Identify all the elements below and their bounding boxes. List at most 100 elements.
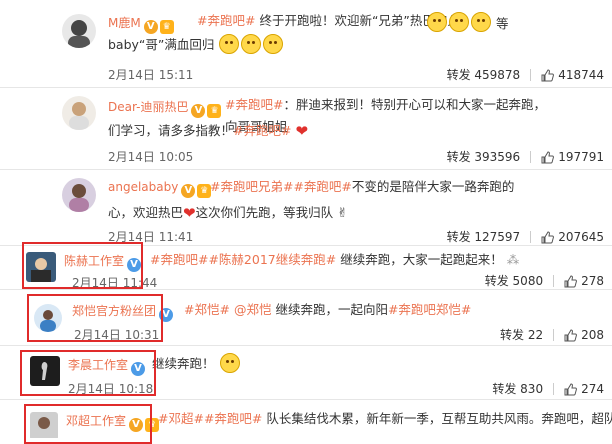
hashtag[interactable]: #奔跑吧兄弟# [210, 179, 293, 194]
comment-actions: 转发 830 274 [492, 380, 604, 397]
smile-emoji-icon [241, 34, 262, 54]
comment-text-line1: 继续奔跑，一起向阳 [275, 302, 388, 317]
timestamp: 2月14日 15:11 [108, 68, 194, 82]
thumbs-up-icon [564, 329, 578, 342]
comment-text: 继续奔跑！ [152, 353, 241, 375]
hashtag[interactable]: #奔跑吧# [204, 411, 262, 426]
comment-card: M鹿M V ♛ #奔跑吧# 终于开跑啦！欢迎新“兄弟”热巴加入 等 baby“哥”满… [0, 0, 612, 88]
comment-text-line2: 心，欢迎热巴❤这次你们先跑，等我归队 ✌ [108, 202, 348, 225]
like-count: 278 [581, 274, 604, 288]
like-count: 207645 [558, 230, 604, 244]
highlight-box [24, 404, 152, 444]
like-count: 418744 [558, 68, 604, 82]
comment-text-line1: 队长集结伐木累，新年新一季，互帮互助共风雨。奔跑吧，超队 [266, 411, 612, 426]
username[interactable]: Dear-迪丽热巴 V ♛ [108, 98, 222, 118]
timestamp: 2月14日 10:05 [108, 150, 194, 164]
victory-hand-icon: ✌ [337, 206, 348, 221]
thumbs-up-icon [564, 383, 578, 396]
like-button[interactable]: 197791 [541, 150, 604, 164]
comment-text: #奔跑吧##陈赫2017继续奔跑# 继续奔跑，大家一起跑起来！ ⁂ [150, 249, 590, 271]
comment-text-line2: 们学习，请多多指教！#奔跑吧# ❤ [108, 120, 308, 142]
laughing-emoji-icon [449, 12, 469, 32]
avatar-image [69, 184, 89, 212]
comment-text-end: 等 [496, 13, 509, 35]
like-count: 274 [581, 382, 604, 396]
hashtag[interactable]: #奔跑吧# [293, 179, 351, 194]
comment-text: #郑恺# @郑恺 继续奔跑，一起向阳#奔跑吧郑恺# [184, 299, 604, 321]
username[interactable]: M鹿M V ♛ [108, 14, 174, 34]
smile-emoji-icon [219, 353, 240, 373]
comment-text-line1: 继续奔跑，大家一起跑起来！ [340, 252, 503, 267]
avatar[interactable] [62, 14, 96, 48]
comment-card: angelababy V ♛ #奔跑吧兄弟##奔跑吧#不变的是陪伴大家一路奔跑的 心… [0, 170, 612, 246]
thumbs-up-icon [541, 69, 555, 82]
like-button[interactable]: 208 [564, 328, 604, 342]
hashtag[interactable]: #奔跑吧# [197, 13, 255, 28]
divider [530, 69, 532, 81]
like-button[interactable]: 418744 [541, 68, 604, 82]
repost-button[interactable]: 转发 393596 [447, 150, 521, 164]
comment-text-line1: 不变的是陪伴大家一路奔跑的 [351, 179, 515, 194]
comment-text: #奔跑吧兄弟##奔跑吧#不变的是陪伴大家一路奔跑的 [210, 176, 570, 198]
comment-actions: 转发 127597 207645 [447, 228, 604, 245]
avatar-image [69, 102, 89, 130]
comment-actions: 转发 5080 278 [485, 272, 604, 289]
username-text[interactable]: M鹿M [108, 16, 141, 30]
hashtag[interactable]: #郑恺# [184, 302, 230, 317]
hashtag[interactable]: #陈赫2017继续奔跑# [208, 252, 336, 267]
verified-badge-icon: V [181, 184, 196, 198]
member-medal-icon: ♛ [159, 20, 174, 34]
emoji-group [426, 12, 492, 32]
repost-button[interactable]: 转发 830 [492, 382, 543, 396]
verified-badge-icon: V [191, 104, 206, 118]
like-button[interactable]: 274 [564, 382, 604, 396]
heart-icon: ❤ [295, 122, 309, 140]
comment-text-line2-text: baby“哥”满血回归 [108, 37, 215, 52]
avatar[interactable] [62, 96, 96, 130]
hashtag[interactable]: #奔跑吧郑恺# [388, 302, 471, 317]
avatar[interactable] [62, 178, 96, 212]
comment-card: Dear-迪丽热巴 V ♛ #奔跑吧#：胖迪来报到！特别开心可以和大家一起奔跑，向哥… [0, 88, 612, 170]
username[interactable]: angelababy V ♛ [108, 180, 212, 198]
comment-text-line2-tail: 这次你们先跑，等我归队 [195, 205, 334, 220]
repost-button[interactable]: 转发 5080 [485, 274, 543, 288]
username-text[interactable]: angelababy [108, 180, 178, 194]
like-count: 197791 [558, 150, 604, 164]
divider [553, 275, 555, 287]
highlight-box [22, 242, 143, 289]
thumbs-up-icon [541, 231, 555, 244]
smile-emoji-icon [263, 34, 284, 54]
comment-text-suffix: 等 [496, 16, 509, 31]
repost-button[interactable]: 转发 459878 [447, 68, 521, 82]
laughing-emoji-icon [471, 12, 491, 32]
like-count: 208 [581, 328, 604, 342]
hashtag[interactable]: #奔跑吧# [225, 97, 283, 112]
hashtag[interactable]: #奔跑吧# [150, 252, 208, 267]
comment-text: #邓超##奔跑吧# 队长集结伐木累，新年新一季，互帮互助共风雨。奔跑吧，超队 [158, 408, 612, 430]
thumbs-up-icon [541, 151, 555, 164]
comment-actions: 转发 393596 197791 [447, 148, 604, 165]
avatar-image [68, 20, 90, 48]
comment-text-line2-text: 心，欢迎热巴 [108, 205, 184, 220]
comment-text-line1: 继续奔跑！ [152, 356, 215, 371]
divider [553, 383, 555, 395]
comment-actions: 转发 22 208 [500, 326, 604, 343]
divider [530, 151, 532, 163]
like-button[interactable]: 207645 [541, 230, 604, 244]
divider [553, 329, 555, 341]
heart-icon: ❤ [183, 204, 196, 222]
hashtag[interactable]: #邓超# [158, 411, 204, 426]
divider [530, 231, 532, 243]
comment-text-line2-text: 们学习，请多多指教！ [108, 123, 234, 138]
more-emoji-icon: ⁂ [506, 252, 520, 267]
hashtag[interactable]: #奔跑吧# [233, 123, 291, 138]
repost-button[interactable]: 转发 127597 [447, 230, 521, 244]
comment-actions: 转发 459878 418744 [447, 66, 604, 83]
mention-link[interactable]: @郑恺 [234, 302, 272, 317]
comment-text-line2: baby“哥”满血回归 [108, 34, 284, 56]
verified-badge-icon: V [143, 20, 158, 34]
like-button[interactable]: 278 [564, 274, 604, 288]
highlight-box [20, 350, 156, 396]
username-text[interactable]: Dear-迪丽热巴 [108, 100, 188, 114]
repost-button[interactable]: 转发 22 [500, 328, 543, 342]
